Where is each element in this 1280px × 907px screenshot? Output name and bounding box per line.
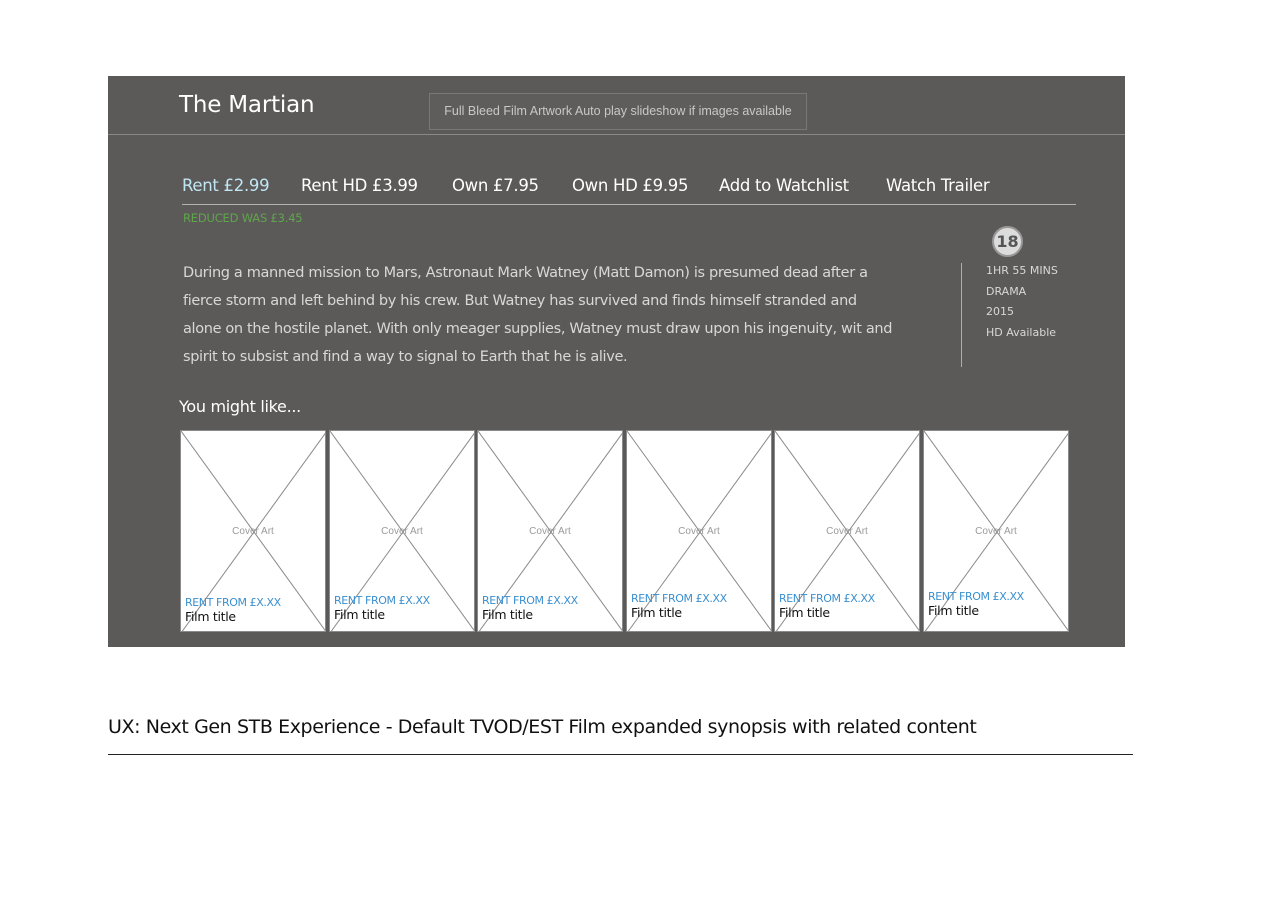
- related-tile[interactable]: Cover Art RENT FROM £X.XX Film title: [477, 430, 623, 632]
- related-tile[interactable]: Cover Art RENT FROM £X.XX Film title: [180, 430, 326, 632]
- related-content-row: Cover Art RENT FROM £X.XX Film title Cov…: [180, 430, 1070, 632]
- synopsis-line: spirit to subsist and find a way to sign…: [183, 349, 628, 365]
- meta-divider: [961, 263, 962, 367]
- age-rating-badge: 18: [992, 226, 1023, 257]
- related-tile[interactable]: Cover Art RENT FROM £X.XX Film title: [923, 430, 1069, 632]
- cover-art-label: Cover Art: [381, 526, 423, 537]
- reduced-price-note: REDUCED WAS £3.45: [183, 211, 303, 225]
- tile-price: RENT FROM £X.XX: [185, 596, 281, 609]
- film-meta: 1HR 55 MINS DRAMA 2015 HD Available: [986, 261, 1058, 344]
- header-divider: [108, 134, 1125, 135]
- release-year: 2015: [986, 305, 1014, 319]
- synopsis-line: alone on the hostile planet. With only m…: [183, 321, 893, 337]
- tile-price: RENT FROM £X.XX: [482, 594, 578, 607]
- caption-rule: [108, 754, 1133, 755]
- film-detail-screen: The Martian Full Bleed Film Artwork Auto…: [108, 76, 1125, 647]
- hd-availability: HD Available: [986, 326, 1057, 340]
- duration: 1HR 55 MINS: [986, 264, 1058, 277]
- watch-trailer-button[interactable]: Watch Trailer: [886, 176, 990, 195]
- cover-art-label: Cover Art: [678, 526, 720, 537]
- related-tile[interactable]: Cover Art RENT FROM £X.XX Film title: [774, 430, 920, 632]
- wireframe-caption: UX: Next Gen STB Experience - Default TV…: [108, 716, 977, 738]
- artwork-placeholder-note: Full Bleed Film Artwork Auto play slides…: [429, 93, 807, 130]
- tile-price: RENT FROM £X.XX: [334, 594, 430, 607]
- tile-price: RENT FROM £X.XX: [928, 590, 1024, 603]
- synopsis: During a manned mission to Mars, Astrona…: [183, 259, 953, 371]
- related-heading: You might like...: [179, 397, 301, 416]
- own-hd-button[interactable]: Own HD £9.95: [572, 176, 688, 195]
- rent-hd-button[interactable]: Rent HD £3.99: [301, 176, 418, 195]
- tile-film-title: Film title: [779, 605, 830, 620]
- cover-art-label: Cover Art: [232, 526, 274, 537]
- related-tile[interactable]: Cover Art RENT FROM £X.XX Film title: [626, 430, 772, 632]
- tile-film-title: Film title: [631, 605, 682, 620]
- add-to-watchlist-button[interactable]: Add to Watchlist: [719, 176, 849, 195]
- actions-divider: [182, 204, 1076, 205]
- own-sd-button[interactable]: Own £7.95: [452, 176, 539, 195]
- tile-film-title: Film title: [482, 607, 533, 622]
- tile-price: RENT FROM £X.XX: [779, 592, 875, 605]
- related-tile[interactable]: Cover Art RENT FROM £X.XX Film title: [329, 430, 475, 632]
- synopsis-line: During a manned mission to Mars, Astrona…: [183, 265, 868, 281]
- tile-film-title: Film title: [185, 609, 236, 624]
- cover-art-label: Cover Art: [975, 526, 1017, 537]
- cover-art-label: Cover Art: [826, 526, 868, 537]
- rent-sd-button[interactable]: Rent £2.99: [182, 176, 270, 195]
- tile-price: RENT FROM £X.XX: [631, 592, 727, 605]
- tile-film-title: Film title: [334, 607, 385, 622]
- genre: DRAMA: [986, 284, 1027, 298]
- cover-art-label: Cover Art: [529, 526, 571, 537]
- film-title: The Martian: [179, 92, 315, 118]
- synopsis-line: fierce storm and left behind by his crew…: [183, 293, 857, 309]
- tile-film-title: Film title: [928, 603, 979, 618]
